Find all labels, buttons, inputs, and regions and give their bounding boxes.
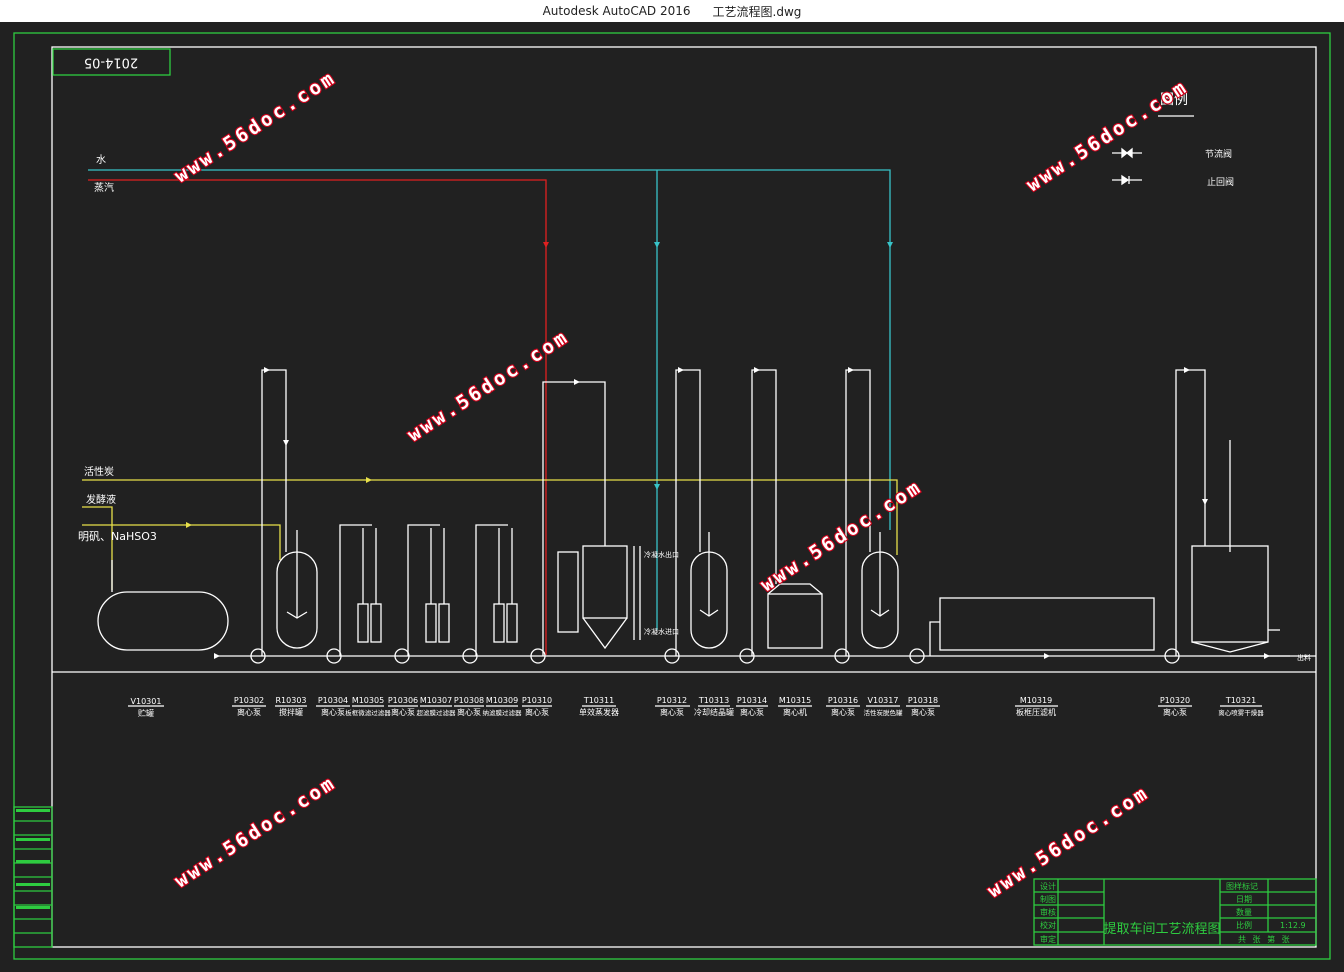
watermark-3: www.56doc.com [404,326,573,447]
tag-m10307: M10307 [420,696,452,705]
label-alum: 明矾、NaHSO3 [78,530,157,543]
tag-v10301: V10301 [131,697,162,706]
name-m10305: 板框微滤过滤器 [345,708,391,717]
tag-t10313: T10313 [698,696,729,705]
label-condensate-out: 冷凝水出口 [644,550,679,559]
name-p10316: 离心泵 [831,707,855,717]
tag-p10314: P10314 [737,696,767,705]
cad-drawing-canvas[interactable]: 2014-05 图例 节流阀 止回阀 水 蒸汽 活性炭 发酵液 明矾、NaHSO… [0,22,1344,972]
name-t10321: 离心喷雾干燥器 [1218,708,1264,717]
tb-row-approve: 审定 [1040,934,1056,944]
label-condensate-in: 冷凝水进口 [644,627,679,636]
window-titlebar: Autodesk AutoCAD 2016 工艺流程图.dwg [0,0,1344,22]
name-p10320: 离心泵 [1163,707,1187,717]
name-p10318: 离心泵 [911,707,935,717]
label-water: 水 [96,154,106,166]
name-t10313: 冷却结晶罐 [694,707,734,717]
name-p10312: 离心泵 [660,707,684,717]
name-m10315: 离心机 [783,707,807,717]
tb-label-scale: 比例 [1236,920,1252,930]
name-m10309: 纳滤膜过滤器 [483,708,523,717]
name-p10304: 离心泵 [321,707,345,717]
name-p10306: 离心泵 [391,707,415,717]
file-name: 工艺流程图.dwg [712,4,802,19]
tag-r10303: R10303 [275,696,306,705]
tag-p10318: P10318 [908,696,938,705]
name-v10317: 活性炭脱色罐 [864,708,904,717]
watermark-5: www.56doc.com [171,772,340,893]
legend-label-check: 止回阀 [1207,176,1234,188]
tank-v10301 [97,591,229,651]
label-broth: 发酵液 [86,493,116,506]
tb-label-date: 日期 [1236,895,1252,904]
name-p10308: 离心泵 [457,707,481,717]
name-v10301: 贮罐 [138,708,154,718]
watermark-6: www.56doc.com [984,782,1153,903]
watermark-4: www.56doc.com [757,476,926,597]
outer-border [13,32,1331,960]
tb-label-mark: 图样标记 [1226,881,1258,891]
name-p10310: 离心泵 [525,707,549,717]
label-steam: 蒸汽 [94,181,114,194]
tag-v10317: V10317 [868,696,899,705]
name-m10319: 板框压滤机 [1016,707,1056,717]
tb-row-design: 设计 [1040,881,1056,891]
evaporator-t10311 [582,545,628,619]
name-r10303: 搅拌罐 [279,707,303,717]
tag-m10319: M10319 [1020,696,1052,705]
tag-p10304: P10304 [318,696,348,705]
name-m10307: 超滤膜过滤器 [417,708,457,717]
name-p10302: 离心泵 [237,707,261,717]
tag-p10302: P10302 [234,696,264,705]
filter-press-m10319 [939,597,1155,651]
binding-strip [13,806,53,948]
app-title: Autodesk AutoCAD 2016 [542,4,691,18]
tb-label-qty: 数量 [1236,907,1252,917]
tb-row-draw: 制图 [1040,894,1056,904]
tag-m10309: M10309 [486,696,518,705]
tag-t10321: T10321 [1225,696,1256,705]
tb-scale-value: 1:12.9 [1280,921,1306,930]
watermark-2: www.56doc.com [1023,76,1192,197]
tb-row-review: 审核 [1040,907,1056,917]
centrifuge-m10315 [767,593,823,649]
drawing-title: 提取车间工艺流程图 [1103,921,1220,937]
name-p10314: 离心泵 [740,707,764,717]
tag-m10315: M10315 [779,696,811,705]
tag-p10306: P10306 [388,696,418,705]
tag-p10316: P10316 [828,696,858,705]
label-product-out: 出料 [1297,653,1311,662]
date-stamp: 2014-05 [84,55,138,70]
tag-t10311: T10311 [583,696,614,705]
tag-p10320: P10320 [1160,696,1190,705]
label-carbon: 活性炭 [84,465,114,478]
tb-sheet-count: 共 张 第 张 [1238,934,1292,944]
tag-m10305: M10305 [352,696,384,705]
tag-p10312: P10312 [657,696,687,705]
watermark-1: www.56doc.com [171,67,340,188]
tag-p10308: P10308 [454,696,484,705]
spray-dryer-t10321 [1191,545,1269,643]
name-t10311: 单效蒸发器 [579,707,619,717]
legend-label-throttle: 节流阀 [1205,148,1232,160]
tb-row-check: 校对 [1040,920,1056,930]
tag-p10310: P10310 [522,696,552,705]
